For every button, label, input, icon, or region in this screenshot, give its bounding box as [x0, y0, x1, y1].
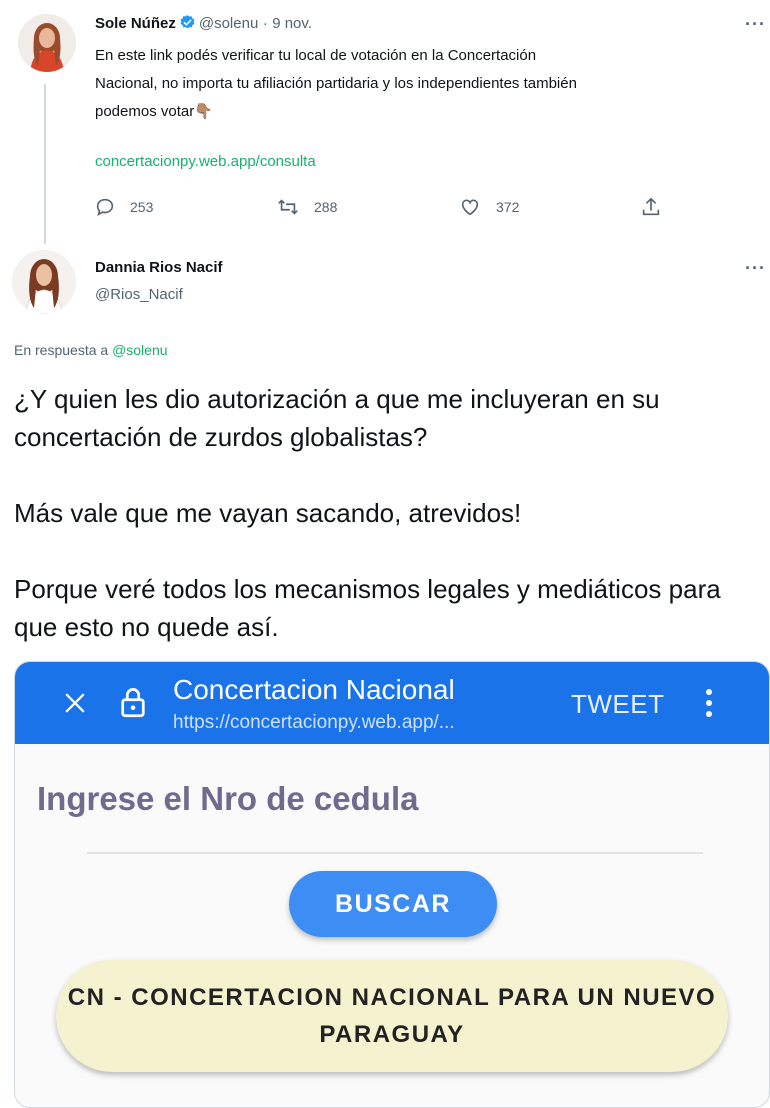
tweet-button-label: TWEET [571, 689, 665, 719]
pointing-down-emoji: 👇🏽 [194, 103, 213, 120]
reply-paragraph: Porque veré todos los mecanismos legales… [14, 574, 721, 642]
reply-body: ¿Y quien les dio autorización a que me i… [14, 380, 769, 684]
tweet-link[interactable]: concertacionpy.web.app/consulta [95, 153, 316, 170]
avatar-image [18, 14, 76, 72]
reply-count: 253 [130, 199, 154, 215]
reply-prefix: En respuesta a [14, 342, 109, 358]
avatar-dannia[interactable] [12, 250, 76, 314]
app-url: https://concertacionpy.web.app/... [173, 712, 455, 733]
reply-paragraph: ¿Y quien les dio autorización a que me i… [14, 384, 660, 452]
reply-context: En respuesta a @solenu [14, 342, 168, 358]
lock-icon [121, 688, 145, 718]
reply-icon [96, 198, 114, 217]
tweet-text-line-3: podemos votar [95, 103, 195, 120]
retweet-action[interactable]: 288 [276, 196, 337, 218]
close-icon [65, 693, 85, 713]
retweet-icon [278, 199, 298, 215]
reply-paragraph: Más vale que me vayan sacando, atrevidos… [14, 498, 522, 528]
avatar-image [12, 250, 76, 314]
cedula-heading: Ingrese el Nro de cedula [37, 780, 419, 817]
author-name[interactable]: Sole Núñez [95, 15, 176, 32]
parent-tweet-text: En este link podés verificar tu local de… [95, 42, 755, 126]
party-result-pill: CN - CONCERTACION NACIONAL PARA UN NUEVO… [56, 960, 728, 1072]
tweet-text-line: En este link podés verificar tu local de… [95, 47, 537, 64]
share-icon [642, 197, 660, 216]
author-handle[interactable]: @solenu [199, 15, 258, 32]
input-underline [87, 852, 703, 854]
reply-author-name[interactable]: Dannia Rios Nacif [95, 259, 223, 276]
tweet-date[interactable]: 9 nov. [272, 15, 312, 32]
parent-more-icon[interactable]: ··· [745, 14, 766, 35]
kebab-menu-icon [706, 689, 712, 717]
like-action[interactable]: 372 [458, 196, 519, 218]
meta-separator: · [262, 15, 268, 32]
reply-author-handle[interactable]: @Rios_Nacif [95, 286, 183, 303]
parent-tweet-header: Sole Núñez @solenu · 9 nov. [95, 14, 312, 33]
avatar-sole[interactable] [18, 14, 76, 72]
retweet-count: 288 [314, 199, 338, 215]
buscar-button: BUSCAR [289, 871, 497, 937]
tweet-text-line: Nacional, no importa tu afiliación parti… [95, 75, 577, 92]
reply-more-icon[interactable]: ··· [745, 258, 766, 279]
like-count: 372 [496, 199, 520, 215]
browser-app-bar: Concertacion Nacional https://concertaci… [15, 662, 769, 744]
verified-badge-icon [180, 15, 195, 29]
tweet-text-line: podemos votar👇🏽 [95, 98, 755, 126]
share-action[interactable] [640, 196, 662, 218]
attached-image[interactable]: Concertacion Nacional https://concertaci… [14, 661, 770, 1108]
reply-mention[interactable]: @solenu [112, 342, 167, 358]
reply-action[interactable]: 253 [94, 196, 153, 218]
like-icon [461, 199, 479, 216]
app-title: Concertacion Nacional [173, 674, 455, 705]
thread-connector-line [44, 84, 46, 244]
